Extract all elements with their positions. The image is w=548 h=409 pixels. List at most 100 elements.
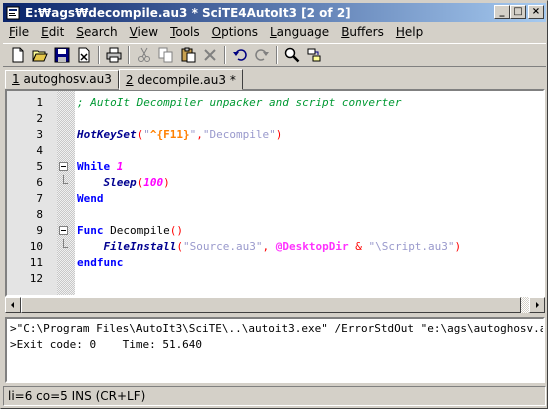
code-line: 5 While 1 [7,159,543,175]
menu-bar: File Edit Search View Tools Options Lang… [3,23,546,42]
code-token: FileInstall [103,240,177,253]
line-number: 4 [36,144,43,157]
menu-file[interactable]: File [3,23,35,42]
code-text: Func Decompile() [77,223,183,239]
code-text: endfunc [77,255,123,271]
code-text: HotKeySet("^{F11}","Decompile") [77,127,282,143]
menu-options[interactable]: Options [206,23,264,42]
find-icon[interactable] [281,44,303,66]
code-token: endfunc [77,256,124,269]
window-title: E:₩ags₩decompile.au3 * SciTE4AutoIt3 [2 … [25,5,351,20]
code-token: ( [176,240,183,253]
code-token: Func [77,224,104,237]
code-token: HotKeySet [77,128,137,141]
code-line: 2 [7,111,543,127]
replace-icon[interactable] [303,44,325,66]
code-line: 6 Sleep(100) [7,175,543,191]
line-number: 6 [36,176,43,189]
line-number: 3 [36,128,43,141]
cut-icon[interactable] [133,44,155,66]
code-line: 12 [7,271,543,287]
code-token: , [262,240,276,253]
arrow-left-icon [11,302,14,308]
line-number: 7 [36,192,43,205]
code-line: 3 HotKeySet("^{F11}","Decompile") [7,127,543,143]
code-token: () [169,224,183,237]
output-line: >Exit code: 0 Time: 51.640 [10,338,203,351]
delete-icon[interactable] [199,44,221,66]
toolbar-separator [98,46,100,64]
maximize-icon: □ [513,6,523,17]
scite-window: E:₩ags₩decompile.au3 * SciTE4AutoIt3 [2 … [0,0,548,409]
close-file-icon[interactable] [73,44,95,66]
code-token: "\Script.au3" [368,240,455,253]
toolbar-separator [224,46,226,64]
scroll-left-button[interactable] [5,297,21,313]
line-number: 5 [36,160,43,173]
menu-edit[interactable]: Edit [35,23,70,42]
maximize-button[interactable]: □ [510,5,526,19]
code-line: 9 Func Decompile() [7,223,543,239]
code-token: "Decompile" [202,128,276,141]
line-number: 10 [29,240,43,253]
code-token: 100 [143,176,164,189]
line-number: 9 [36,224,43,237]
new-file-icon[interactable] [7,44,29,66]
code-text: ; AutoIt Decompiler unpacker and script … [77,95,402,111]
code-token: 1 [116,160,124,173]
paste-icon[interactable] [177,44,199,66]
line-number: 2 [36,112,43,125]
code-line: 7 Wend [7,191,543,207]
scroll-track[interactable] [21,297,529,313]
code-token: ) [275,128,283,141]
menu-language[interactable]: Language [264,23,335,42]
save-icon[interactable] [51,44,73,66]
tab-decompile[interactable]: 2 decompile.au3 * [118,69,243,90]
code-token: Sleep [103,176,137,189]
line-number: 12 [29,272,43,285]
close-button[interactable]: × [528,5,544,19]
toolbar-separator [128,46,130,64]
minimize-button[interactable]: _ [494,5,510,19]
tab-autoghosv[interactable]: 1 autoghosv.au3 [5,70,119,89]
output-pane[interactable]: >"C:\Program Files\AutoIt3\SciTE\..\auto… [5,317,545,383]
line-number: 1 [36,96,43,109]
line-number: 8 [36,208,43,221]
code-text: FileInstall("Source.au3", @DesktopDir & … [77,239,462,255]
redo-icon[interactable] [251,44,273,66]
fold-end-marker [63,175,68,184]
scite-app-icon[interactable] [5,5,21,21]
code-line: 8 [7,207,543,223]
copy-icon[interactable] [155,44,177,66]
code-line: 4 [7,143,543,159]
scroll-right-button[interactable] [529,297,545,313]
horizontal-scrollbar[interactable] [5,297,545,313]
fold-toggle-icon[interactable] [59,226,68,235]
undo-icon[interactable] [229,44,251,66]
status-text: li=6 co=5 INS (CR+LF) [8,389,146,403]
open-file-icon[interactable] [29,44,51,66]
code-line: 10 FileInstall("Source.au3", @DesktopDir… [7,239,543,255]
code-token: While [77,160,111,173]
scroll-thumb[interactable] [21,297,521,313]
code-token: "Source.au3" [182,240,263,253]
title-bar[interactable]: E:₩ags₩decompile.au3 * SciTE4AutoIt3 [2 … [3,3,546,22]
code-token: & [348,240,369,253]
buffer-tabs: 1 autoghosv.au3 2 decompile.au3 * [3,67,546,90]
code-editor[interactable]: 1 ; AutoIt Decompiler unpacker and script… [5,89,545,297]
menu-view[interactable]: View [124,23,164,42]
code-token: ) [454,240,462,253]
print-icon[interactable] [103,44,125,66]
menu-search[interactable]: Search [70,23,123,42]
status-bar: li=6 co=5 INS (CR+LF) [3,386,546,406]
menu-help[interactable]: Help [390,23,429,42]
toolbar [3,43,546,67]
menu-tools[interactable]: Tools [164,23,206,42]
code-token: Decompile [103,224,170,237]
code-token: @DesktopDir [275,240,349,253]
menu-buffers[interactable]: Buffers [335,23,390,42]
code-token: Wend [77,192,104,205]
fold-toggle-icon[interactable] [59,162,68,171]
